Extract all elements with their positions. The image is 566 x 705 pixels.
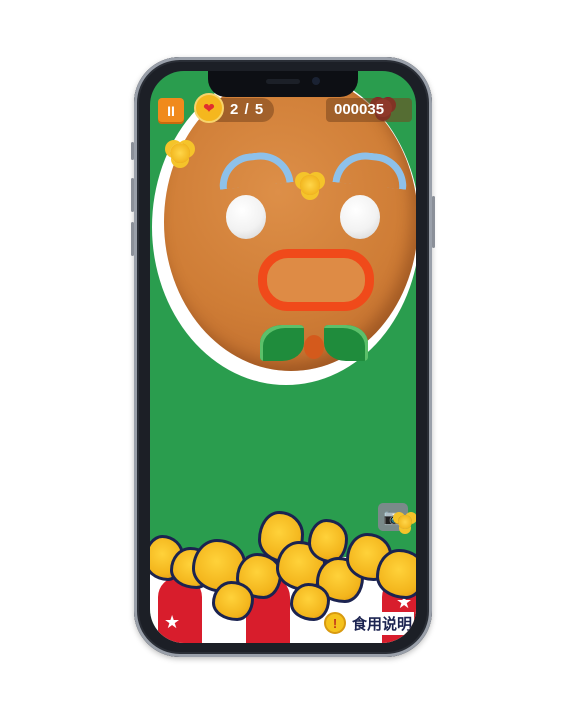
- bow-left-wing: [260, 325, 304, 361]
- bow-right-wing: [324, 325, 368, 361]
- instructions-label: 食用说明: [350, 611, 414, 635]
- left-eye: [226, 195, 266, 239]
- lives-counter: 2 / 5: [230, 101, 265, 118]
- game-screen[interactable]: II ❤ 2 / 5 000035 📷 ★ ★ ! 食用说明: [150, 71, 416, 643]
- front-camera: [312, 77, 320, 85]
- right-eyebrow: [332, 149, 410, 190]
- heart-icon: ❤: [194, 93, 224, 123]
- popcorn-piece-icon: [398, 515, 412, 529]
- right-eye: [340, 195, 380, 239]
- phone-volume-up: [131, 178, 134, 212]
- warning-icon: !: [324, 612, 346, 634]
- phone-side-button: [131, 142, 134, 160]
- phone-power-button: [432, 196, 435, 248]
- popcorn-piece-icon[interactable]: [170, 143, 190, 163]
- pause-button[interactable]: II: [158, 98, 184, 124]
- star-icon: ★: [164, 612, 181, 632]
- cookie-mouth: [258, 249, 374, 311]
- score-counter: 000035: [334, 101, 385, 118]
- instructions-button[interactable]: ! 食用说明: [324, 609, 414, 637]
- left-eyebrow: [216, 149, 294, 190]
- popcorn-piece-icon[interactable]: [300, 175, 320, 195]
- popcorn-kernel: [212, 581, 254, 621]
- bow-knot: [304, 335, 324, 359]
- phone-volume-down: [131, 222, 134, 256]
- phone-notch: [208, 71, 358, 97]
- speaker-grille: [266, 79, 300, 84]
